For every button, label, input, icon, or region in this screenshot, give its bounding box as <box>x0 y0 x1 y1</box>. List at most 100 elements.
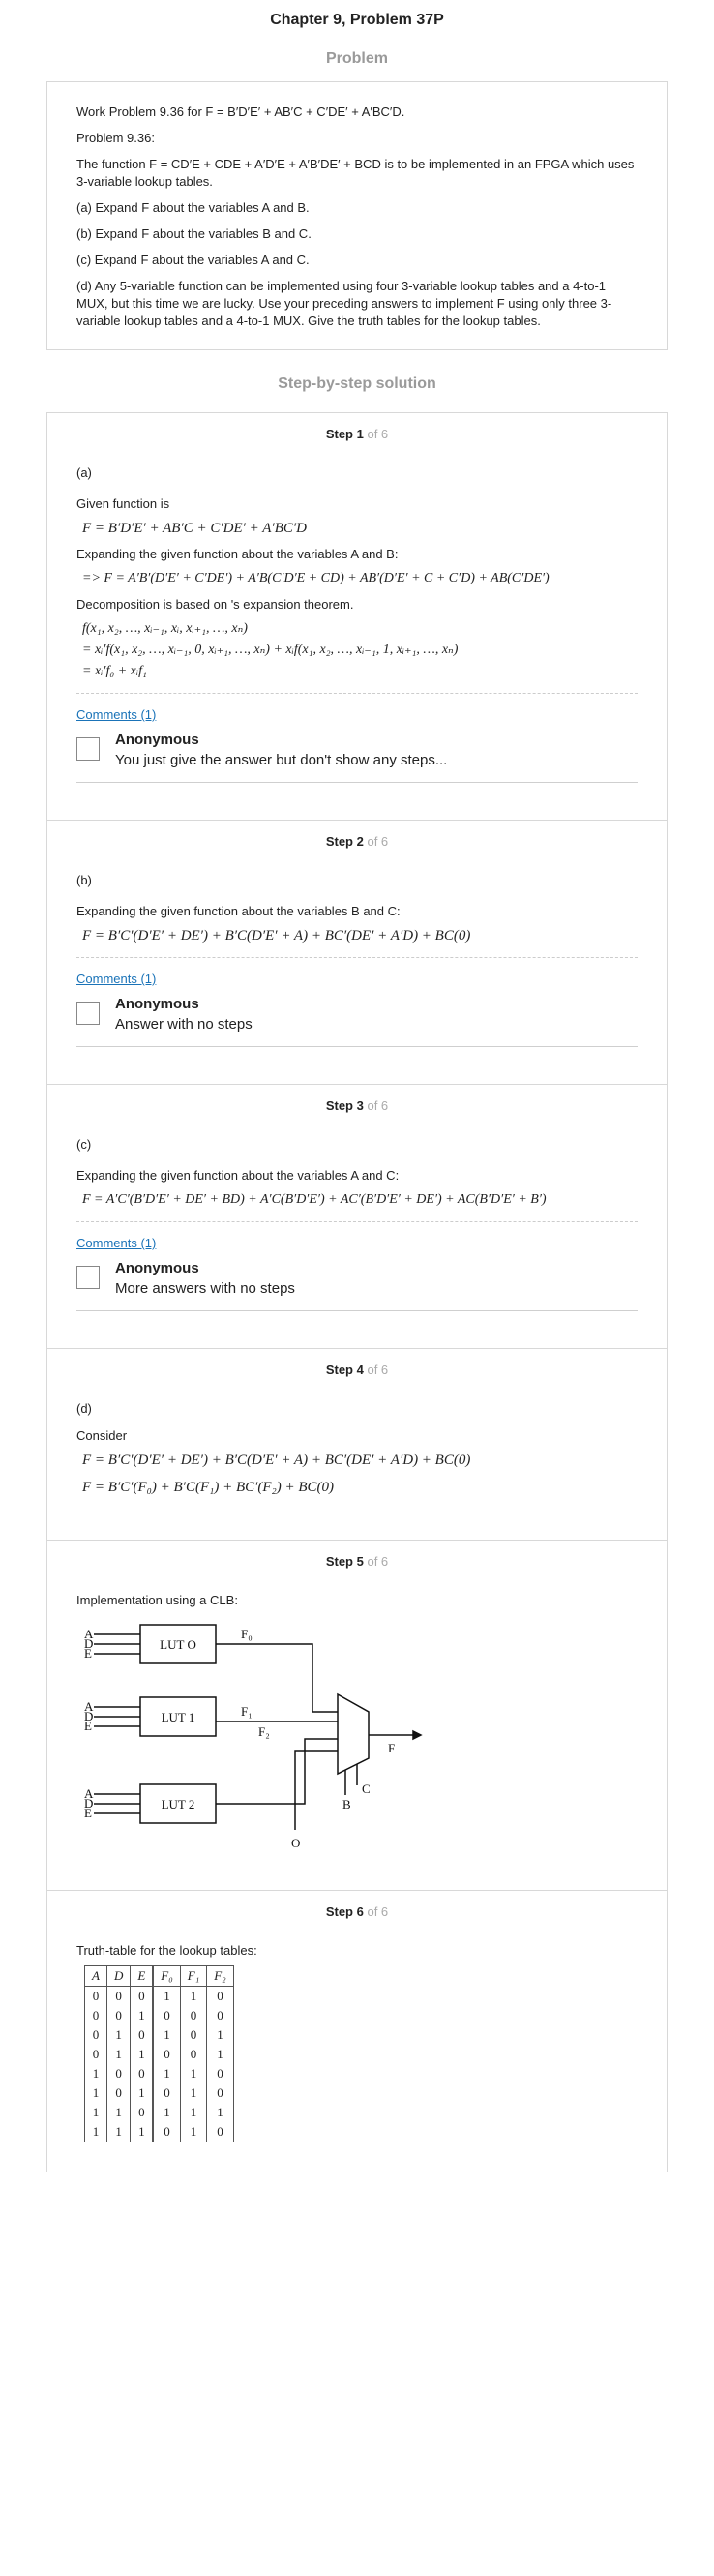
clb-diagram: LUT O A D E LUT 1 A D E LUT 2 A D E F₀ F… <box>84 1624 423 1850</box>
table-row: 0 0 0 1 1 0 <box>84 1986 234 2006</box>
table-cell: 1 <box>105 2103 132 2122</box>
mux-output-label: F <box>388 1741 395 1755</box>
table-cell: 1 <box>179 2064 208 2083</box>
divider <box>76 957 638 958</box>
comments-link[interactable]: Comments (1) <box>76 707 156 722</box>
comment: Anonymous You just give the answer but d… <box>76 732 638 783</box>
step-label: Step 1 <box>325 427 364 441</box>
table-cell: 1 <box>105 2045 132 2064</box>
table-cell: 1 <box>105 2025 132 2045</box>
table-cell: 0 <box>152 2045 181 2064</box>
step-math: F = B′D′E′ + AB′C + C′DE′ + A′BC′D <box>82 521 308 536</box>
step-math: F = A′C′(B′D′E′ + DE′ + BD) + A′C(B′D′E′… <box>82 1192 547 1207</box>
step-text: Expanding the given function about the v… <box>76 1168 400 1183</box>
mux <box>337 1692 370 1776</box>
table-header: E <box>130 1965 155 1987</box>
table-cell: 0 <box>130 2025 155 2045</box>
step-label: Step 5 <box>325 1554 364 1569</box>
table-cell: 1 <box>152 2103 181 2122</box>
table-cell: 0 <box>152 2083 181 2103</box>
step-label: Step 3 <box>325 1098 364 1113</box>
table-row: 1 1 1 0 1 0 <box>84 2122 234 2142</box>
comment: Anonymous Answer with no steps <box>76 996 638 1047</box>
step-title: Step 5 of 6 <box>76 1550 638 1586</box>
divider <box>76 693 638 694</box>
table-cell: 1 <box>130 2083 155 2103</box>
step-text: Expanding the given function about the v… <box>76 547 399 561</box>
avatar <box>76 1002 100 1025</box>
step-count: of 6 <box>367 1904 389 1919</box>
table-cell: 0 <box>206 1986 234 2006</box>
output-label: F₀ <box>241 1627 253 1641</box>
step-title: Step 4 of 6 <box>76 1359 638 1394</box>
comment-author: Anonymous <box>115 1260 199 1276</box>
truth-table: A D E F₀ F₁ F₂ 0 0 0 1 1 0 0 0 1 0 0 0 0… <box>84 1965 234 2142</box>
zero-input-label: O <box>291 1836 300 1850</box>
wire-f0 <box>216 1643 338 1713</box>
table-cell: 0 <box>130 1986 155 2006</box>
table-cell: 0 <box>152 2006 181 2025</box>
step-title: Step 2 of 6 <box>76 830 638 866</box>
table-cell: 1 <box>179 2083 208 2103</box>
solution-card: Step 1 of 6 (a) Given function is F = B′… <box>46 412 668 2172</box>
avatar <box>76 1266 100 1289</box>
lut-0: LUT O A D E <box>84 1624 217 1664</box>
step-text: Truth-table for the lookup tables: <box>76 1943 257 1958</box>
table-cell: 1 <box>206 2103 234 2122</box>
lut-2: LUT 2 A D E <box>84 1783 217 1824</box>
step-part: (c) <box>76 1137 92 1152</box>
table-cell: 0 <box>84 2025 107 2045</box>
lut-label: LUT 2 <box>162 1797 195 1812</box>
step-math: F = B′C′(D′E′ + DE′) + B′C(D′E′ + A) + B… <box>82 928 471 944</box>
table-header: D <box>105 1965 132 1987</box>
table-cell: 1 <box>84 2064 107 2083</box>
arrow-icon <box>412 1729 423 1741</box>
table-cell: 1 <box>84 2122 107 2142</box>
wire-zero <box>294 1750 338 1830</box>
table-cell: 1 <box>152 2064 181 2083</box>
step-3: Step 3 of 6 (c) Expanding the given func… <box>47 1085 667 1349</box>
divider <box>76 1221 638 1222</box>
step-label: Step 2 <box>325 834 364 849</box>
step-count: of 6 <box>367 427 389 441</box>
step-6: Step 6 of 6 Truth-table for the lookup t… <box>47 1891 667 2172</box>
table-cell: 0 <box>105 2083 132 2103</box>
table-cell: 1 <box>206 2045 234 2064</box>
input-label: E <box>84 1806 92 1820</box>
problem-paragraph: (d) Any 5-variable function can be imple… <box>76 279 612 328</box>
table-row: 0 1 1 0 0 1 <box>84 2045 234 2064</box>
table-cell: 0 <box>84 1986 107 2006</box>
comment: Anonymous More answers with no steps <box>76 1260 638 1311</box>
table-cell: 0 <box>206 2064 234 2083</box>
step-part: (d) <box>76 1401 92 1416</box>
table-cell: 0 <box>206 2083 234 2103</box>
wire-f2 <box>216 1738 338 1805</box>
comments-link[interactable]: Comments (1) <box>76 1236 156 1250</box>
table-header: F₁ <box>179 1965 208 1987</box>
select-b-label: B <box>342 1797 351 1812</box>
output-label: F₁ <box>241 1704 253 1719</box>
step-text: Expanding the given function about the v… <box>76 904 401 918</box>
step-1: Step 1 of 6 (a) Given function is F = B′… <box>47 413 667 821</box>
step-math: f(x₁, x₂, …, xᵢ₋₁, xᵢ, xᵢ₊₁, …, xₙ) <box>82 621 248 636</box>
input-label: E <box>84 1719 92 1733</box>
problem-paragraph: Problem 9.36: <box>76 131 155 145</box>
page-title: Chapter 9, Problem 37P <box>270 12 444 28</box>
table-cell: 1 <box>130 2122 155 2142</box>
step-count: of 6 <box>367 834 389 849</box>
table-cell: 1 <box>105 2122 132 2142</box>
comments-link[interactable]: Comments (1) <box>76 972 156 986</box>
step-math: F = B′C′(F₀) + B′C(F₁) + BC′(F₂) + BC(0) <box>82 1480 335 1495</box>
table-cell: 0 <box>84 2045 107 2064</box>
table-cell: 1 <box>130 2045 155 2064</box>
lut-label: LUT O <box>160 1637 196 1652</box>
problem-paragraph: (c) Expand F about the variables A and C… <box>76 253 310 267</box>
input-label: E <box>84 1646 92 1661</box>
comment-text: More answers with no steps <box>115 1280 295 1297</box>
problem-paragraph: Work Problem 9.36 for F = B′D′E′ + AB′C … <box>76 105 405 119</box>
table-cell: 0 <box>130 2103 155 2122</box>
step-count: of 6 <box>367 1363 389 1377</box>
step-text: Decomposition is based on 's expansion t… <box>76 597 354 612</box>
step-math: F = B′C′(D′E′ + DE′) + B′C(D′E′ + A) + B… <box>82 1453 471 1468</box>
table-cell: 0 <box>105 2006 132 2025</box>
